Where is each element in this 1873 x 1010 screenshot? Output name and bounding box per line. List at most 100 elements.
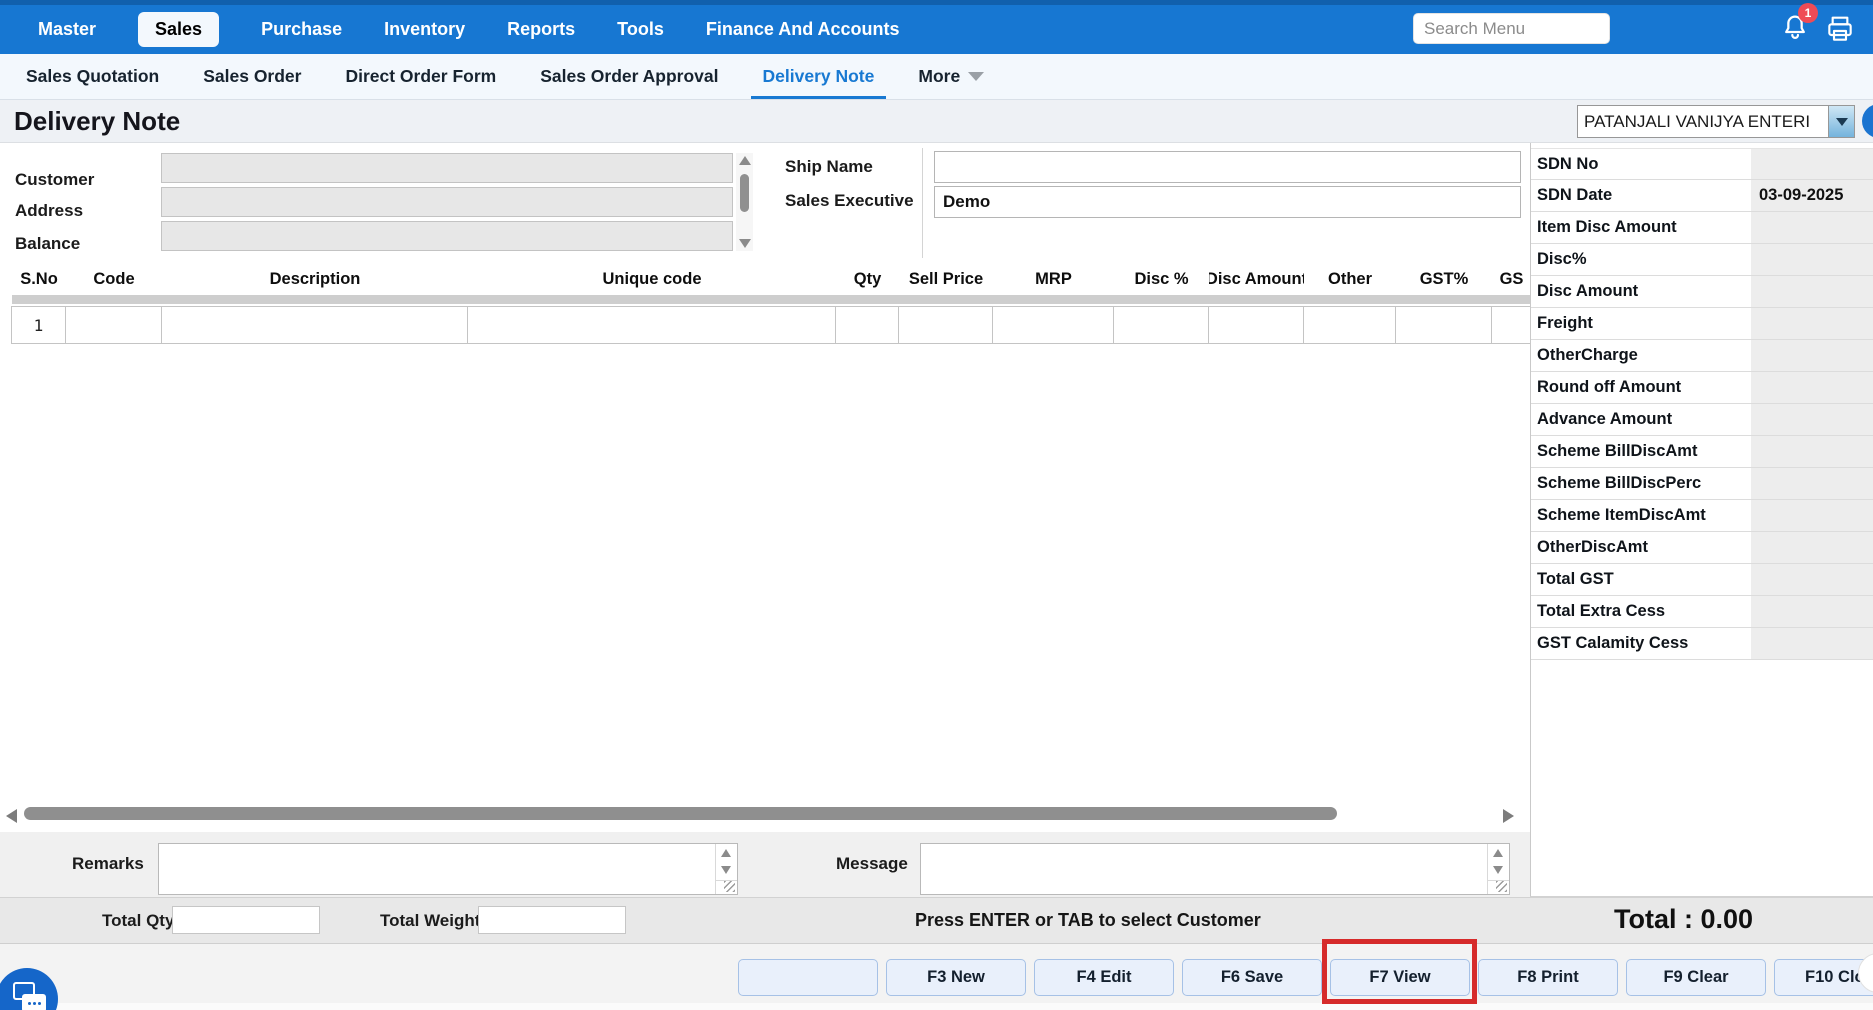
cell-gst-amount[interactable]	[1491, 306, 1530, 344]
textarea-scroll-rail[interactable]	[715, 844, 737, 894]
resize-corner[interactable]	[1487, 880, 1509, 894]
page-header: Delivery Note PATANJALI VANIJYA ENTERI	[0, 100, 1873, 143]
cell-gst-percent[interactable]	[1395, 306, 1492, 344]
scroll-up-arrow-icon[interactable]	[1493, 849, 1503, 857]
cell-description[interactable]	[161, 306, 468, 344]
textarea-scroll-rail[interactable]	[1487, 844, 1509, 894]
form-vertical-scrollbar[interactable]	[736, 153, 753, 251]
col-header-disc-amount: Disc Amount	[1209, 265, 1304, 293]
cell-mrp[interactable]	[992, 306, 1114, 344]
row-value[interactable]	[1751, 404, 1873, 435]
summary-row-scheme-itemdiscamt: Scheme ItemDiscAmt	[1531, 500, 1873, 532]
search-input[interactable]	[1413, 13, 1610, 44]
row-label: Total GST	[1531, 564, 1751, 595]
scroll-up-arrow-icon[interactable]	[721, 849, 731, 857]
scrollbar-thumb[interactable]	[740, 174, 749, 212]
form-divider	[922, 148, 923, 258]
f6-save-button[interactable]: F6 Save	[1182, 959, 1322, 996]
table-row: 1	[12, 306, 1530, 344]
blank-button[interactable]	[738, 959, 878, 996]
scroll-down-arrow-icon[interactable]	[721, 866, 731, 874]
resize-corner[interactable]	[715, 880, 737, 894]
row-value[interactable]	[1751, 212, 1873, 243]
scroll-left-arrow-icon[interactable]	[6, 809, 17, 823]
remarks-textarea[interactable]	[158, 843, 738, 895]
customer-field[interactable]	[161, 153, 733, 183]
f9-clear-button[interactable]: F9 Clear	[1626, 959, 1766, 996]
f4-edit-button[interactable]: F4 Edit	[1034, 959, 1174, 996]
balance-field[interactable]	[161, 221, 733, 251]
horizontal-scrollbar[interactable]	[0, 804, 1530, 828]
row-value[interactable]: 03-09-2025	[1751, 180, 1873, 211]
menu-item-tools[interactable]: Tools	[617, 19, 664, 40]
tab-sales-quotation[interactable]: Sales Quotation	[26, 54, 159, 99]
summary-row-gst-calamity-cess: GST Calamity Cess	[1531, 628, 1873, 660]
row-value[interactable]	[1751, 628, 1873, 659]
row-value[interactable]	[1751, 308, 1873, 339]
scroll-up-arrow-icon[interactable]	[739, 156, 751, 165]
summary-row-freight: Freight	[1531, 308, 1873, 340]
message-textarea[interactable]	[920, 843, 1510, 895]
cell-qty[interactable]	[835, 306, 899, 344]
row-value[interactable]	[1751, 500, 1873, 531]
address-field[interactable]	[161, 187, 733, 217]
menu-item-reports[interactable]: Reports	[507, 19, 575, 40]
chevron-down-icon	[968, 72, 984, 81]
total-weight-field[interactable]	[478, 906, 626, 934]
row-value[interactable]	[1751, 276, 1873, 307]
row-value[interactable]	[1751, 244, 1873, 275]
row-value[interactable]	[1751, 340, 1873, 371]
row-label: OtherCharge	[1531, 340, 1751, 371]
resize-grip-icon[interactable]	[724, 881, 735, 892]
tab-sales-order[interactable]: Sales Order	[203, 54, 301, 99]
row-value[interactable]	[1751, 149, 1873, 179]
scroll-down-arrow-icon[interactable]	[1493, 866, 1503, 874]
sales-executive-field[interactable]	[934, 186, 1521, 218]
menu-item-finance-and-accounts[interactable]: Finance And Accounts	[706, 19, 900, 40]
company-selector[interactable]: PATANJALI VANIJYA ENTERI	[1577, 105, 1855, 138]
tab-direct-order-form[interactable]: Direct Order Form	[345, 54, 496, 99]
cell-unique-code[interactable]	[467, 306, 836, 344]
tab-label: Sales Order	[203, 66, 301, 87]
row-value[interactable]	[1751, 564, 1873, 595]
tab-more[interactable]: More	[918, 54, 984, 99]
tab-label: Sales Quotation	[26, 66, 159, 87]
ship-name-field[interactable]	[934, 151, 1521, 183]
row-value[interactable]	[1751, 468, 1873, 499]
sales-submenu: Sales Quotation Sales Order Direct Order…	[0, 54, 1873, 100]
menu-item-inventory[interactable]: Inventory	[384, 19, 465, 40]
summary-row-other-charge: OtherCharge	[1531, 340, 1873, 372]
summary-row-sdn-no: SDN No	[1531, 148, 1873, 180]
f8-print-button[interactable]: F8 Print	[1478, 959, 1618, 996]
cell-sno[interactable]: 1	[11, 306, 66, 344]
summary-row-scheme-billdiscamt: Scheme BillDiscAmt	[1531, 436, 1873, 468]
cell-other[interactable]	[1303, 306, 1396, 344]
menu-item-purchase[interactable]: Purchase	[261, 19, 342, 40]
row-value[interactable]	[1751, 532, 1873, 563]
summary-row-sdn-date: SDN Date03-09-2025	[1531, 180, 1873, 212]
header-round-button-partial[interactable]	[1862, 104, 1873, 138]
cell-sell-price[interactable]	[898, 306, 993, 344]
row-value[interactable]	[1751, 436, 1873, 467]
print-icon[interactable]	[1824, 13, 1856, 45]
scroll-right-arrow-icon[interactable]	[1503, 809, 1514, 823]
f7-view-button[interactable]: F7 View	[1330, 959, 1470, 996]
row-value[interactable]	[1751, 372, 1873, 403]
scroll-down-arrow-icon[interactable]	[739, 239, 751, 248]
menu-item-sales[interactable]: Sales	[138, 12, 219, 47]
scrollbar-thumb[interactable]	[24, 807, 1337, 820]
cell-code[interactable]	[65, 306, 162, 344]
menu-item-master[interactable]: Master	[38, 19, 96, 40]
total-qty-field[interactable]	[172, 906, 320, 934]
f3-new-button[interactable]: F3 New	[886, 959, 1026, 996]
tab-sales-order-approval[interactable]: Sales Order Approval	[540, 54, 718, 99]
notification-badge: 1	[1798, 3, 1818, 23]
row-value[interactable]	[1751, 596, 1873, 627]
cell-disc-percent[interactable]	[1113, 306, 1209, 344]
notes-section: Remarks Message	[0, 832, 1530, 897]
tab-delivery-note[interactable]: Delivery Note	[763, 54, 875, 99]
col-header-gst-amount: GS	[1492, 265, 1530, 293]
company-selector-arrow[interactable]	[1828, 106, 1854, 137]
cell-disc-amount[interactable]	[1208, 306, 1304, 344]
resize-grip-icon[interactable]	[1496, 881, 1507, 892]
